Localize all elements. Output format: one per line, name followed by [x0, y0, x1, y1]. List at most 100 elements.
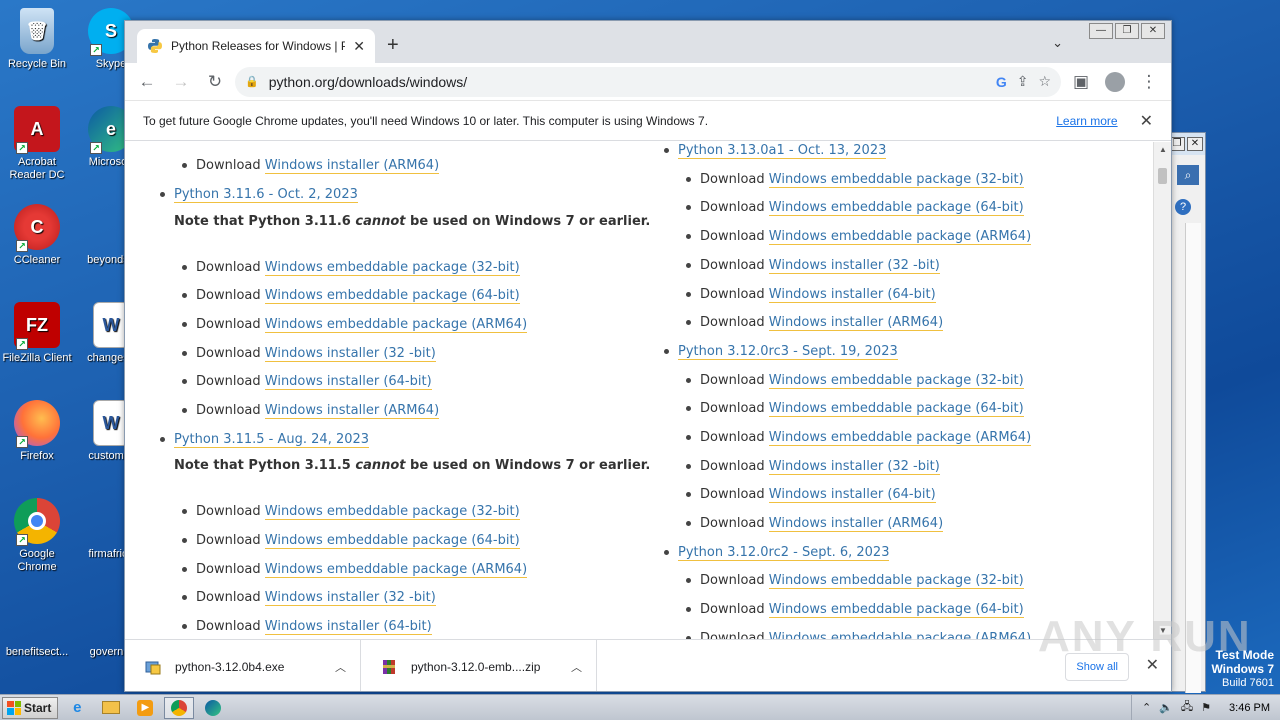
taskbar-media-player-icon[interactable]: ▶	[130, 697, 160, 719]
minimize-button[interactable]: —	[1089, 23, 1113, 39]
download-link[interactable]: Windows installer (ARM64)	[768, 315, 944, 331]
bookmark-star-icon[interactable]: ☆	[1038, 73, 1051, 90]
download-link[interactable]: Windows embeddable package (64-bit)	[264, 533, 520, 549]
page-scrollbar[interactable]: ▲ ▼	[1153, 142, 1171, 639]
download-link[interactable]: Windows embeddable package (32-bit)	[768, 573, 1024, 589]
release-link[interactable]: Python 3.13.0a1 - Oct. 13, 2023	[678, 143, 887, 159]
download-item: Download Windows embeddable package (32-…	[700, 373, 1024, 389]
desktop-icon-recycle-bin[interactable]: 🗑 Recycle Bin	[0, 8, 74, 71]
scroll-up-icon[interactable]: ▲	[1154, 142, 1171, 158]
close-icon[interactable]: ✕	[1187, 137, 1203, 151]
clock[interactable]: 3:46 PM	[1229, 702, 1270, 714]
download-shelf-item[interactable]: python-3.12.0b4.exe ︿	[125, 639, 361, 691]
download-link[interactable]: Windows embeddable package (32-bit)	[768, 172, 1024, 188]
start-button[interactable]: Start	[2, 696, 59, 719]
side-panel-icon[interactable]: ▣	[1067, 68, 1095, 96]
download-link[interactable]: Windows installer (32 -bit)	[264, 346, 436, 362]
download-item: Download Windows embeddable package (32-…	[196, 260, 520, 276]
bullet	[182, 163, 187, 168]
desktop-icon-firefox[interactable]: ↗ Firefox	[0, 400, 74, 463]
download-link[interactable]: Windows embeddable package (32-bit)	[768, 373, 1024, 389]
desktop-icon-acrobat[interactable]: A ↗ Acrobat Reader DC	[0, 106, 74, 182]
download-item: Download Windows embeddable package (64-…	[700, 401, 1024, 417]
share-icon[interactable]: ⇪	[1017, 73, 1029, 90]
tab-close-icon[interactable]: ✕	[353, 38, 365, 55]
google-translate-icon[interactable]: G	[996, 74, 1007, 90]
desktop-icon-ccleaner[interactable]: C ↗ CCleaner	[0, 204, 74, 267]
scrollbar-thumb[interactable]	[1158, 168, 1167, 184]
download-link[interactable]: Windows embeddable package (32-bit)	[264, 504, 520, 520]
action-center-flag-icon[interactable]: ⚑	[1201, 701, 1211, 714]
download-link[interactable]: Windows installer (ARM64)	[768, 516, 944, 532]
download-item: Download Windows installer (32 -bit)	[700, 459, 940, 475]
release-link[interactable]: Python 3.11.6 - Oct. 2, 2023	[174, 187, 358, 203]
download-link[interactable]: Windows installer (32 -bit)	[264, 590, 436, 606]
chevron-up-icon[interactable]: ︿	[335, 659, 346, 675]
tab-search-chevron-icon[interactable]: ⌄	[1052, 35, 1063, 51]
tab-python-releases[interactable]: Python Releases for Windows | Pyth ✕	[137, 29, 375, 63]
download-link[interactable]: Windows installer (64-bit)	[264, 619, 432, 635]
tab-title: Python Releases for Windows | Pyth	[171, 39, 345, 53]
network-icon[interactable]: 🖧	[1181, 698, 1193, 717]
desktop-icon-chrome[interactable]: ↗ Google Chrome	[0, 498, 74, 574]
download-filename: python-3.12.0-emb....zip	[411, 659, 541, 674]
taskbar-ie-icon[interactable]: e	[62, 697, 92, 719]
download-link[interactable]: Windows embeddable package (ARM64)	[768, 631, 1032, 639]
download-item: Download Windows installer (64-bit)	[700, 287, 936, 303]
download-item: Download Windows installer (ARM64)	[196, 158, 440, 174]
download-link[interactable]: Windows embeddable package (ARM64)	[264, 562, 528, 578]
release-link[interactable]: Python 3.12.0rc2 - Sept. 6, 2023	[678, 545, 890, 561]
search-icon[interactable]: ⌕	[1177, 165, 1199, 185]
infobar-close-icon[interactable]: ✕	[1140, 111, 1153, 131]
taskbar-edge-icon[interactable]	[198, 697, 228, 719]
download-link[interactable]: Windows installer (64-bit)	[264, 374, 432, 390]
download-link[interactable]: Windows installer (32 -bit)	[768, 258, 940, 274]
system-tray: ⌃ 🔈 🖧 ⚑ 3:46 PM	[1130, 694, 1280, 720]
desktop-icon-benefitsect[interactable]: benefitsect...	[0, 596, 74, 659]
download-link[interactable]: Windows installer (32 -bit)	[768, 459, 940, 475]
bullet	[160, 437, 165, 442]
bullet	[664, 148, 669, 153]
ccleaner-icon: C ↗	[14, 204, 60, 252]
taskbar-chrome-icon[interactable]	[164, 696, 195, 719]
url-text[interactable]: python.org/downloads/windows/	[269, 74, 986, 90]
download-link[interactable]: Windows embeddable package (32-bit)	[264, 260, 520, 276]
help-icon[interactable]: ?	[1175, 199, 1191, 215]
download-link[interactable]: Windows embeddable package (64-bit)	[768, 200, 1024, 216]
download-link[interactable]: Windows embeddable package (64-bit)	[768, 401, 1024, 417]
download-shelf-item[interactable]: python-3.12.0-emb....zip ︿	[361, 639, 597, 691]
download-link[interactable]: Windows embeddable package (ARM64)	[264, 317, 528, 333]
learn-more-link[interactable]: Learn more	[1056, 114, 1117, 128]
close-window-button[interactable]: ✕	[1141, 23, 1165, 39]
tab-strip: Python Releases for Windows | Pyth ✕ + ⌄…	[125, 21, 1171, 63]
download-link[interactable]: Windows installer (ARM64)	[264, 158, 440, 174]
download-link[interactable]: Windows installer (64-bit)	[768, 487, 936, 503]
chevron-up-icon[interactable]: ︿	[571, 659, 582, 675]
menu-kebab-icon[interactable]: ⋮	[1135, 68, 1163, 96]
download-item: Download Windows embeddable package (ARM…	[700, 229, 1032, 245]
desktop-icon-filezilla[interactable]: FZ ↗ FileZilla Client	[0, 302, 74, 365]
download-item: Download Windows embeddable package (64-…	[700, 200, 1024, 216]
download-link[interactable]: Windows installer (64-bit)	[768, 287, 936, 303]
address-bar[interactable]: 🔒 python.org/downloads/windows/ G ⇪ ☆	[235, 66, 1061, 97]
taskbar-explorer-icon[interactable]	[96, 697, 126, 719]
volume-icon[interactable]: 🔈	[1159, 701, 1173, 714]
download-link[interactable]: Windows embeddable package (ARM64)	[768, 430, 1032, 446]
download-link[interactable]: Windows embeddable package (64-bit)	[768, 602, 1024, 618]
maximize-button[interactable]: ❐	[1115, 23, 1139, 39]
forward-button[interactable]: →	[167, 68, 195, 96]
download-link[interactable]: Windows embeddable package (64-bit)	[264, 288, 520, 304]
new-tab-button[interactable]: +	[387, 33, 399, 57]
download-link[interactable]: Windows installer (ARM64)	[264, 403, 440, 419]
tray-expand-icon[interactable]: ⌃	[1142, 701, 1151, 714]
release-link[interactable]: Python 3.12.0rc3 - Sept. 19, 2023	[678, 344, 898, 360]
back-button[interactable]: ←	[133, 68, 161, 96]
download-shelf: python-3.12.0b4.exe ︿ python-3.12.0-emb.…	[125, 639, 1171, 691]
release-link[interactable]: Python 3.11.5 - Aug. 24, 2023	[174, 432, 370, 448]
reload-button[interactable]: ↻	[201, 68, 229, 96]
download-item: Download Windows installer (64-bit)	[196, 374, 432, 390]
firefox-icon: ↗	[14, 400, 60, 448]
lock-icon[interactable]: 🔒	[245, 75, 259, 88]
download-link[interactable]: Windows embeddable package (ARM64)	[768, 229, 1032, 245]
profile-avatar-icon[interactable]	[1101, 68, 1129, 96]
